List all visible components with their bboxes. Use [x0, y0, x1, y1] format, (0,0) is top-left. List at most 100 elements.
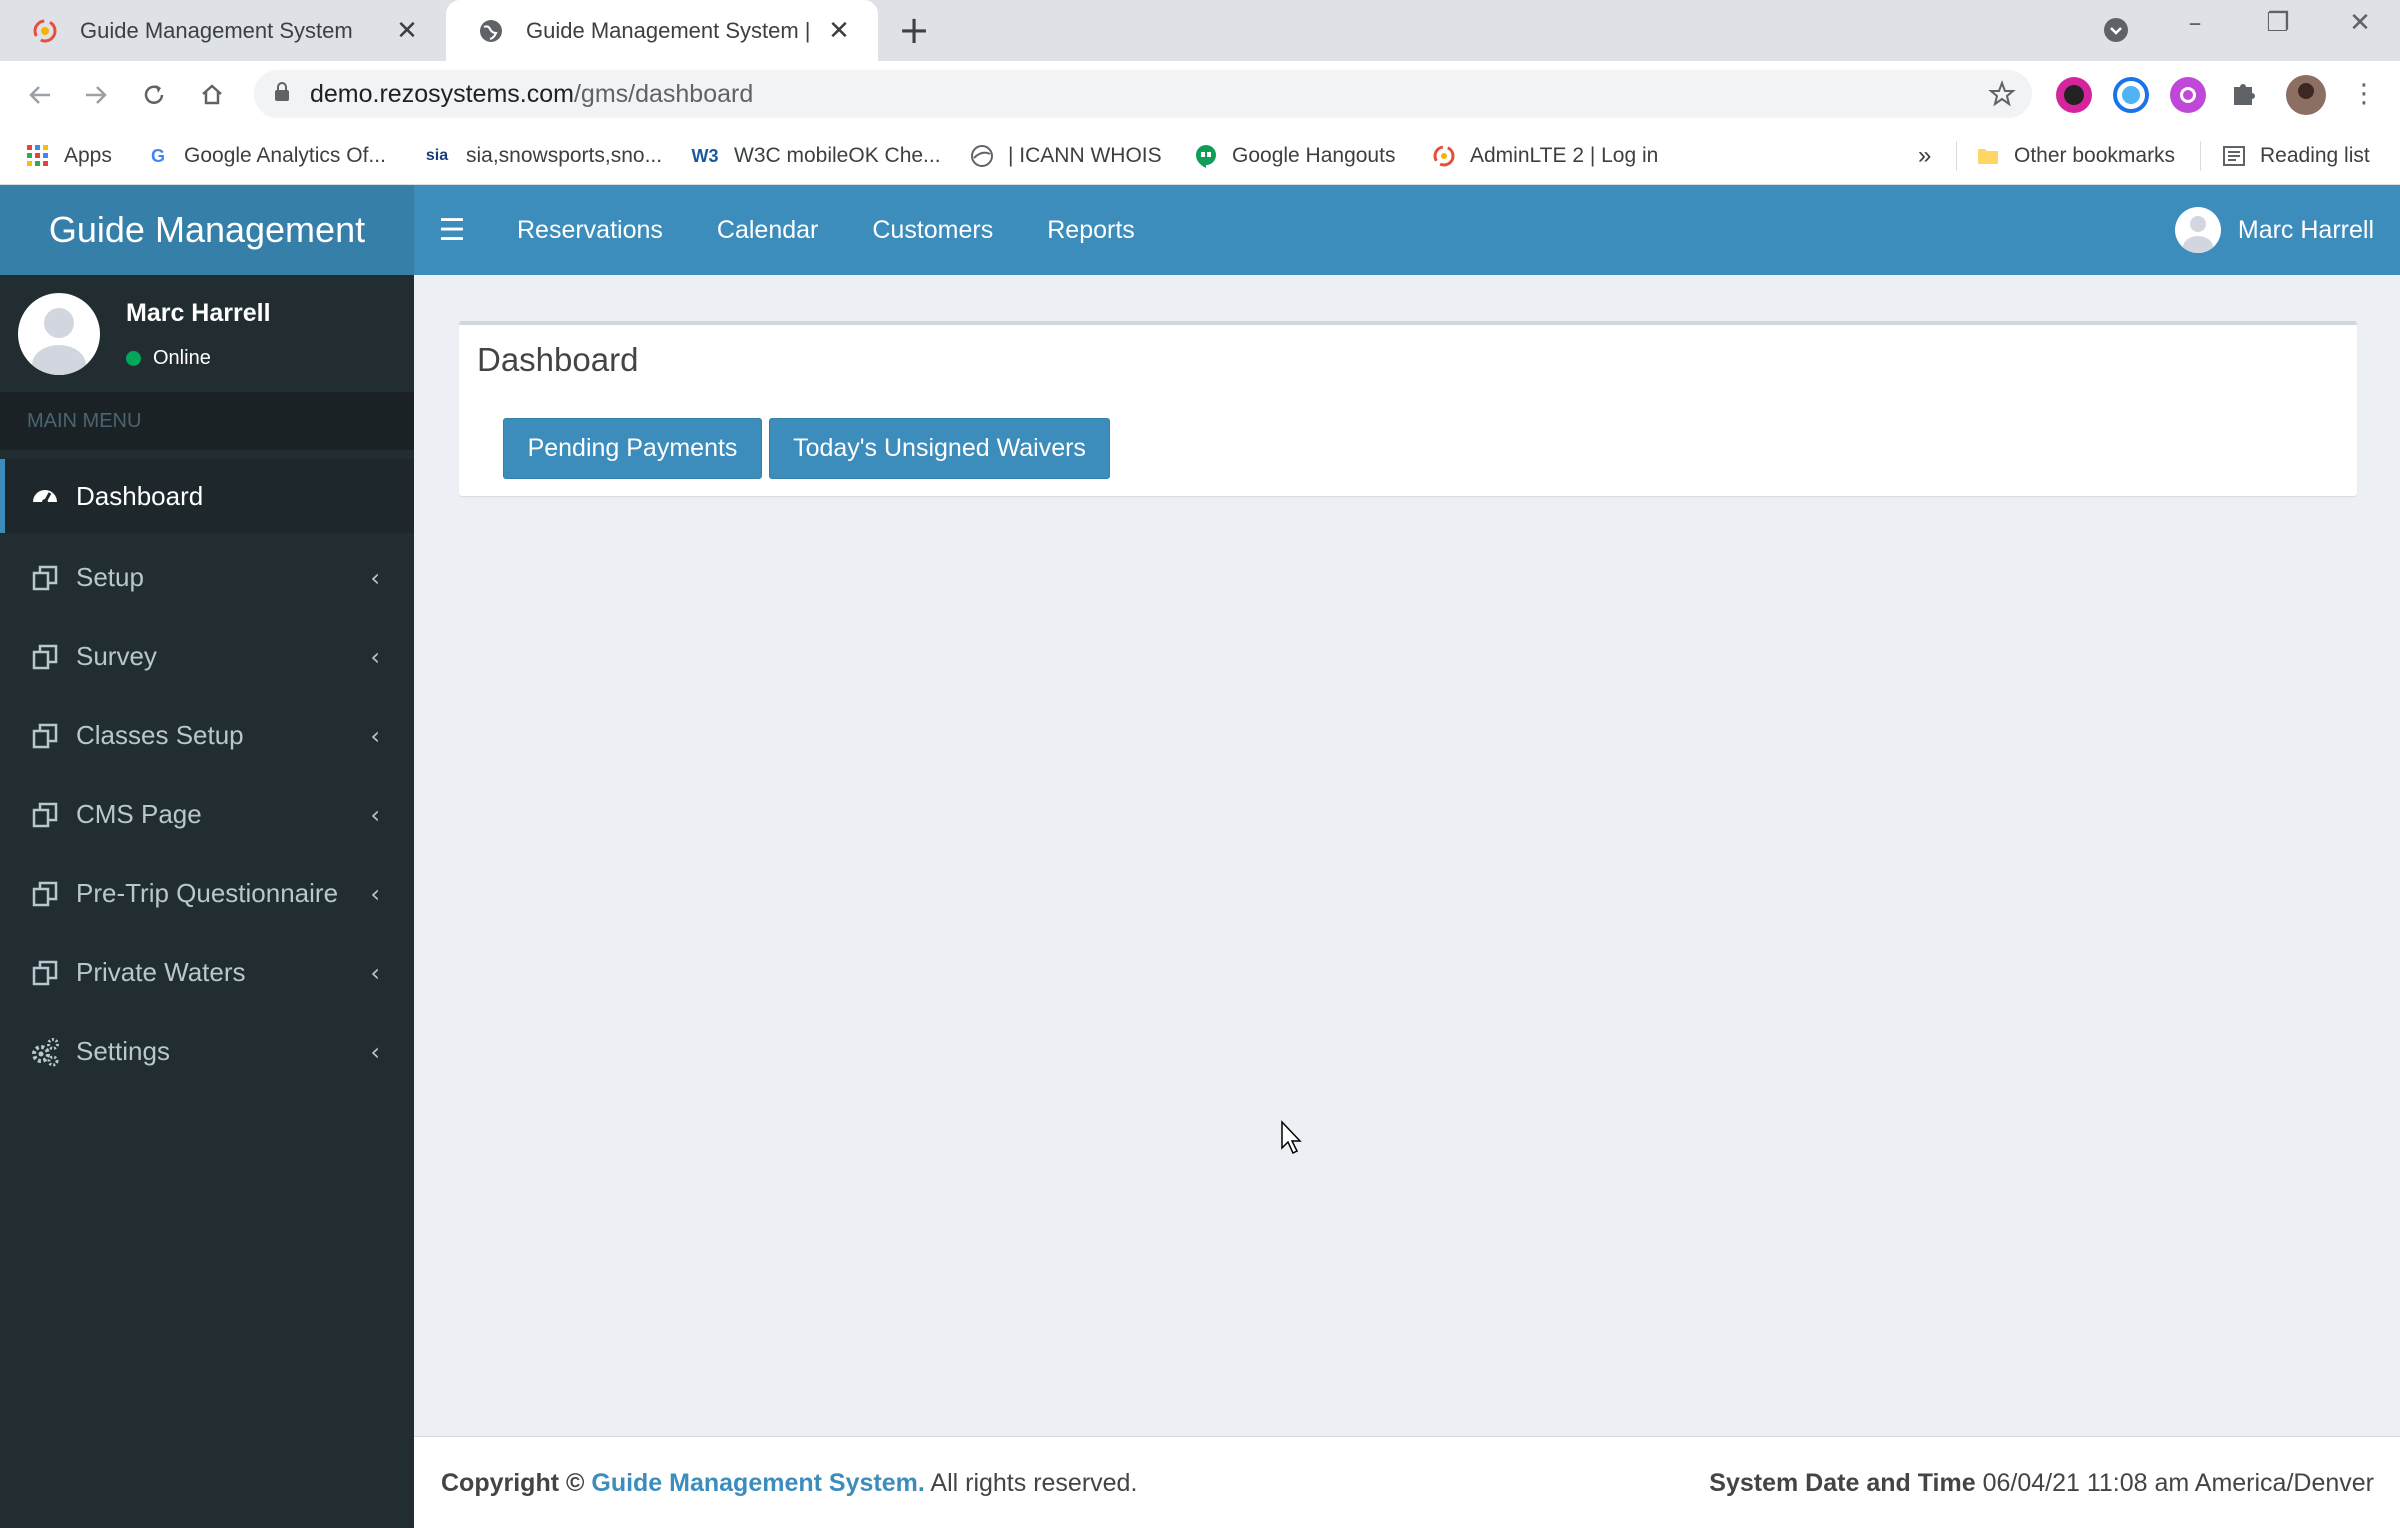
- new-tab-button[interactable]: +: [896, 11, 932, 50]
- sidebar-item-settings[interactable]: Settings ‹: [0, 1012, 414, 1091]
- mouse-cursor-icon: [1280, 1120, 1304, 1156]
- chevron-left-icon: ‹: [370, 642, 380, 671]
- globe-icon: [478, 18, 504, 44]
- user-panel: Marc Harrell Online: [0, 275, 414, 392]
- sidebar-item-private-waters[interactable]: Private Waters ‹: [0, 933, 414, 1012]
- main-header: Guide Management ☰ Reservations Calendar…: [0, 185, 2400, 275]
- nav-customers[interactable]: Customers: [845, 185, 1020, 275]
- dashboard-icon: [30, 481, 60, 511]
- adminlte-favicon-icon: [1432, 144, 1456, 168]
- bookmark-label: Google Analytics Of...: [184, 144, 386, 167]
- copy-icon: [30, 721, 60, 751]
- bookmark-label: AdminLTE 2 | Log in: [1470, 144, 1659, 167]
- profile-avatar[interactable]: [2286, 75, 2326, 115]
- other-bookmarks-label: Other bookmarks: [2014, 144, 2176, 167]
- extension-instagram-icon[interactable]: [2056, 77, 2092, 113]
- browser-tab-1[interactable]: Guide Management System ✕: [0, 0, 446, 61]
- page-title: Dashboard: [477, 341, 639, 378]
- sidebar-user-name: Marc Harrell: [126, 299, 271, 327]
- restore-icon[interactable]: ❐: [2248, 8, 2308, 48]
- avatar: [18, 293, 100, 375]
- sidebar-item-cms-page[interactable]: CMS Page ‹: [0, 775, 414, 854]
- bookmark-w3c[interactable]: W3 W3C mobileOK Che...: [690, 127, 941, 185]
- extensions-puzzle-icon[interactable]: [2228, 77, 2264, 113]
- sidebar-item-setup[interactable]: Setup ‹: [0, 538, 414, 617]
- bookmark-sia[interactable]: sia sia,snowsports,sno...: [422, 127, 662, 185]
- bookmark-label: | ICANN WHOIS: [1008, 144, 1162, 167]
- reading-list-icon: [2222, 144, 2246, 168]
- copy-icon: [30, 958, 60, 988]
- nav-reservations[interactable]: Reservations: [490, 185, 690, 275]
- sidebar-item-dashboard[interactable]: Dashboard: [0, 459, 414, 533]
- sidebar-item-classes-setup[interactable]: Classes Setup ‹: [0, 696, 414, 775]
- bookmark-star-icon[interactable]: [1988, 80, 2016, 115]
- sidebar-item-label: Pre-Trip Questionnaire: [76, 878, 339, 908]
- gears-icon: [30, 1037, 60, 1067]
- sidebar-item-label: Setup: [76, 562, 144, 592]
- copyright-label: Copyright ©: [441, 1469, 585, 1497]
- bookmark-google-analytics[interactable]: G Google Analytics Of...: [146, 127, 386, 185]
- folder-icon: [1976, 144, 2000, 168]
- tab-search-icon[interactable]: [2086, 8, 2146, 48]
- nav-reports[interactable]: Reports: [1020, 185, 1162, 275]
- google-g-icon: G: [150, 145, 165, 166]
- icann-globe-icon: [970, 144, 994, 168]
- reading-list-button[interactable]: Reading list: [2222, 127, 2370, 185]
- extension-c-icon[interactable]: [2113, 77, 2149, 113]
- bookmark-label: Apps: [64, 144, 112, 167]
- reload-icon[interactable]: [136, 77, 172, 113]
- chevron-left-icon: ‹: [370, 721, 380, 750]
- close-window-icon[interactable]: ✕: [2330, 8, 2390, 48]
- system-datetime: System Date and Time 06/04/21 11:08 am A…: [1709, 1437, 2374, 1528]
- chevron-left-icon: ‹: [370, 563, 380, 592]
- user-menu-name: Marc Harrell: [2237, 215, 2374, 244]
- online-dot-icon: [126, 351, 141, 366]
- sidebar-item-survey[interactable]: Survey ‹: [0, 617, 414, 696]
- sidebar-item-label: Settings: [76, 1036, 170, 1066]
- browser-tab-2[interactable]: Guide Management System | Das ✕: [446, 0, 878, 61]
- forward-icon[interactable]: [78, 77, 114, 113]
- url-path: /gms/dashboard: [573, 79, 754, 108]
- minimize-icon[interactable]: –: [2165, 8, 2225, 48]
- home-icon[interactable]: [194, 77, 230, 113]
- nav-calendar[interactable]: Calendar: [690, 185, 845, 275]
- sia-logo-icon: sia: [425, 147, 449, 164]
- sidebar-item-label: Private Waters: [76, 957, 246, 987]
- browser-toolbar: demo.rezosystems.com/gms/dashboard ⋮: [0, 61, 2400, 127]
- company-link[interactable]: Guide Management System.: [591, 1469, 924, 1497]
- other-bookmarks-folder[interactable]: Other bookmarks: [1976, 127, 2175, 185]
- url-bar[interactable]: demo.rezosystems.com/gms/dashboard: [254, 70, 2032, 118]
- url-host: demo.rezosystems.com: [310, 79, 574, 108]
- browser-tab-bar: Guide Management System ✕ Guide Manageme…: [0, 0, 2400, 61]
- user-menu[interactable]: Marc Harrell: [2174, 185, 2374, 275]
- apps-grid-icon: [26, 144, 50, 168]
- app-logo[interactable]: Guide Management: [0, 185, 414, 275]
- bookmark-apps[interactable]: Apps: [26, 127, 112, 185]
- tab-title: Guide Management System: [80, 17, 353, 43]
- unsigned-waivers-button[interactable]: Today's Unsigned Waivers: [769, 418, 1110, 479]
- extension-power-icon[interactable]: [2170, 77, 2206, 113]
- bookmarks-overflow-button[interactable]: »: [1918, 127, 1931, 185]
- browser-menu-icon[interactable]: ⋮: [2346, 77, 2382, 113]
- bookmark-icann[interactable]: | ICANN WHOIS: [970, 127, 1162, 185]
- bookmark-adminlte[interactable]: AdminLTE 2 | Log in: [1432, 127, 1658, 185]
- back-icon[interactable]: [22, 77, 58, 113]
- tab-close-icon[interactable]: ✕: [392, 15, 422, 46]
- sidebar-item-pre-trip-questionnaire[interactable]: Pre-Trip Questionnaire ‹: [0, 854, 414, 933]
- bookmark-label: sia,snowsports,sno...: [466, 144, 663, 167]
- sidebar-toggle-icon[interactable]: ☰: [424, 185, 480, 275]
- avatar: [2174, 207, 2221, 253]
- copy-icon: [30, 563, 60, 593]
- footer: Copyright © Guide Management System. All…: [414, 1436, 2400, 1528]
- pending-payments-button[interactable]: Pending Payments: [503, 418, 762, 479]
- w3c-logo-icon: W3: [691, 145, 719, 166]
- sidebar-item-label: Classes Setup: [76, 720, 244, 750]
- bookmarks-bar: Apps G Google Analytics Of... sia sia,sn…: [0, 127, 2400, 185]
- bookmark-google-hangouts[interactable]: Google Hangouts: [1194, 127, 1395, 185]
- tab-title: Guide Management System | Das: [526, 17, 814, 43]
- datetime-label: System Date and Time: [1709, 1469, 1976, 1497]
- rights-text: All rights reserved.: [930, 1469, 1138, 1497]
- tab-close-icon[interactable]: ✕: [824, 15, 854, 46]
- chevron-left-icon: ‹: [370, 879, 380, 908]
- reading-list-label: Reading list: [2260, 144, 2370, 167]
